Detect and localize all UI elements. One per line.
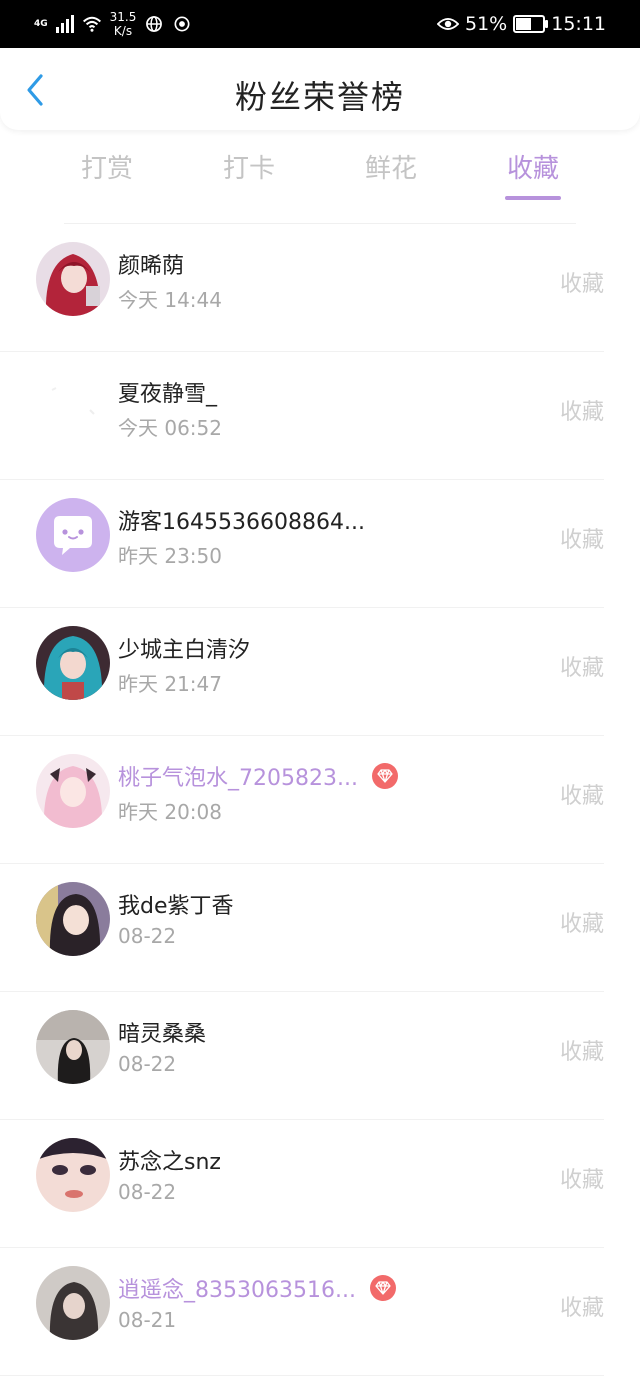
wifi-icon [82,16,101,32]
fan-name[interactable]: 我de紫丁香 [118,888,234,920]
fan-name-line: 夏夜静雪_ [118,376,217,408]
fan-name-line: 颜晞荫 [118,248,184,280]
fan-name-line: 苏念之snz [118,1144,221,1176]
avatar-pink-hair-icon [36,754,110,828]
fan-row[interactable]: 颜晞荫 今天 14:44 收藏 [0,224,604,352]
fan-row[interactable]: 游客1645536608864... 昨天 23:50 收藏 [0,480,604,608]
fan-time: 昨天 20:08 [118,800,222,824]
battery-icon [513,15,549,33]
fan-name-line: 逍遥念_8353063516... [118,1272,396,1304]
signal-icon [55,15,74,33]
fan-row[interactable]: 我de紫丁香 08-22 收藏 [0,864,604,992]
clock: 15:11 [551,13,606,35]
tab-checkin[interactable]: 打卡 [178,148,320,206]
fan-name-line: 游客1645536608864... [118,504,365,536]
status-bar: 4G 31.5 K/s 51% 15:11 [0,0,640,48]
favorite-tag: 收藏 [559,1296,604,1321]
vip-badge [369,1275,396,1301]
vip-badge [371,763,398,789]
avatar[interactable] [36,1266,110,1340]
fan-time: 昨天 23:50 [118,544,222,568]
tab-favorites[interactable]: 收藏 [462,148,604,206]
avatar[interactable] [36,498,110,572]
avatar-closeup-face-icon [36,1138,110,1212]
tab-bar: 打赏 打卡 鲜花 收藏 [36,148,604,206]
avatar-blue-hair-icon [36,626,110,700]
fan-name-line: 我de紫丁香 [118,888,234,920]
avatar-photo-girl-icon [36,1010,110,1084]
fan-name-line: 暗灵桑桑 [118,1016,206,1048]
favorite-tag: 收藏 [559,528,604,553]
favorite-tag: 收藏 [559,912,604,937]
fan-time: 08-22 [118,924,177,948]
network-type: 4G [34,18,48,29]
avatar[interactable] [36,754,110,828]
fan-name[interactable]: 颜晞荫 [118,248,184,280]
fan-name[interactable]: 暗灵桑桑 [118,1016,206,1048]
fan-name[interactable]: 桃子气泡水_7205823... [118,760,358,792]
fan-time: 08-21 [118,1308,177,1332]
favorite-tag: 收藏 [559,1168,604,1193]
fan-time: 昨天 21:47 [118,672,222,696]
favorite-tag: 收藏 [559,400,604,425]
fan-time: 08-22 [118,1052,177,1076]
favorite-tag: 收藏 [559,784,604,809]
avatar[interactable] [36,242,110,316]
avatar[interactable] [36,882,110,956]
app-header: 粉丝荣誉榜 [0,48,640,130]
chat-bubble-icon [36,498,110,572]
status-left-group: 4G 31.5 K/s [34,10,192,38]
fan-row[interactable]: 苏念之snz 08-22 收藏 [0,1120,604,1248]
fan-name-line: 桃子气泡水_7205823... [118,760,398,792]
diamond-icon [377,769,393,783]
fan-row[interactable]: 暗灵桑桑 08-22 收藏 [0,992,604,1120]
fan-name[interactable]: 游客1645536608864... [118,504,365,536]
fan-time: 今天 14:44 [118,288,222,312]
tab-flowers[interactable]: 鲜花 [320,148,462,206]
favorite-tag: 收藏 [559,272,604,297]
avatar[interactable] [36,1138,110,1212]
fan-name[interactable]: 少城主白清汐 [118,632,250,664]
status-right-group: 51% 15:11 [437,10,606,38]
avatar-dark-hair-icon [36,882,110,956]
fan-name[interactable]: 逍遥念_8353063516... [118,1272,356,1304]
battery-level [516,18,531,30]
fan-list: 颜晞荫 今天 14:44 收藏 夏夜静雪_ 今天 06:52 收藏 游客1645… [0,224,640,1376]
eye-icon [437,18,459,30]
fan-name[interactable]: 苏念之snz [118,1144,221,1176]
avatar-photo-dark-icon [36,1266,110,1340]
fan-name[interactable]: 夏夜静雪_ [118,376,217,408]
fan-row[interactable]: 少城主白清汐 昨天 21:47 收藏 [0,608,604,736]
globe-icon [146,16,163,32]
avatar-blank-icon [36,370,110,444]
fan-time: 今天 06:52 [118,416,222,440]
favorite-tag: 收藏 [559,1040,604,1065]
favorite-tag: 收藏 [559,656,604,681]
page-title: 粉丝荣誉榜 [234,78,405,116]
tab-reward[interactable]: 打赏 [36,148,178,206]
fan-name-line: 少城主白清汐 [118,632,250,664]
avatar-red-hair-icon [36,242,110,316]
avatar[interactable] [36,626,110,700]
battery-percent: 51% [465,13,508,35]
fan-row[interactable]: 逍遥念_8353063516... 08-21 收藏 [0,1248,604,1376]
fan-row[interactable]: 夏夜静雪_ 今天 06:52 收藏 [0,352,604,480]
fan-row[interactable]: 桃子气泡水_7205823... 昨天 20:08 收藏 [0,736,604,864]
fan-time: 08-22 [118,1180,177,1204]
location-target-icon [174,16,190,32]
diamond-icon [375,1281,391,1295]
avatar[interactable] [36,370,110,444]
avatar[interactable] [36,1010,110,1084]
network-speed: 31.5 K/s [109,10,137,38]
